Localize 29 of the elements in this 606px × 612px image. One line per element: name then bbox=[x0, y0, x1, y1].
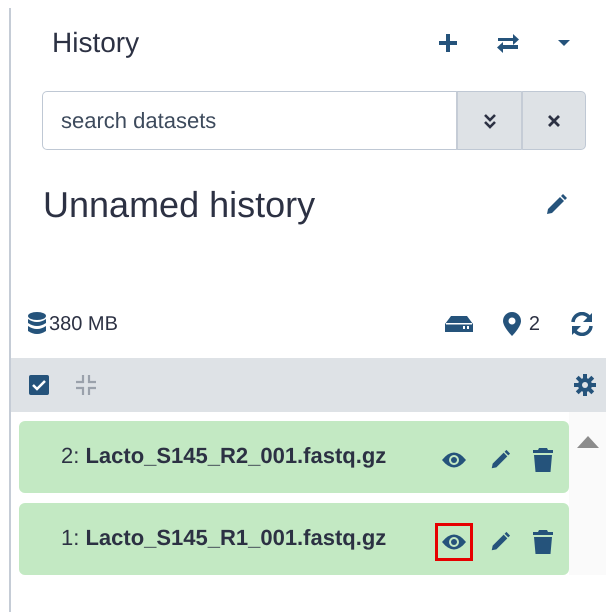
settings-icon[interactable] bbox=[574, 374, 596, 396]
map-pin-icon[interactable] bbox=[502, 312, 521, 336]
dataset-title[interactable]: 1: Lacto_S145_R1_001.fastq.gz bbox=[61, 517, 411, 559]
history-name: Unnamed history bbox=[43, 184, 316, 226]
panel-title: History bbox=[52, 27, 140, 59]
database-icon bbox=[28, 312, 46, 336]
dataset-item[interactable]: 1: Lacto_S145_R1_001.fastq.gz bbox=[19, 503, 569, 575]
dataset-item[interactable]: 2: Lacto_S145_R2_001.fastq.gz bbox=[19, 421, 569, 493]
close-icon bbox=[547, 114, 561, 128]
pencil-icon bbox=[489, 449, 511, 471]
dataset-title[interactable]: 2: Lacto_S145_R2_001.fastq.gz bbox=[61, 435, 411, 477]
caret-icon[interactable] bbox=[558, 39, 570, 47]
search-field[interactable]: search datasets bbox=[42, 91, 456, 150]
history-size[interactable]: 380 MB bbox=[49, 312, 118, 336]
hard-drive-icon[interactable] bbox=[444, 316, 473, 332]
pencil-icon bbox=[489, 531, 511, 553]
select-all-checkbox[interactable] bbox=[29, 375, 49, 395]
scroll-up-arrow-icon[interactable] bbox=[576, 436, 598, 448]
double-chevron-icon bbox=[482, 112, 496, 128]
swap-arrows-icon[interactable] bbox=[496, 33, 520, 53]
trash-icon bbox=[533, 448, 553, 472]
pencil-icon[interactable] bbox=[544, 193, 568, 217]
plus-icon[interactable] bbox=[438, 33, 458, 53]
trash-icon bbox=[533, 530, 553, 554]
pinned-count: 2 bbox=[528, 312, 540, 336]
refresh-icon[interactable] bbox=[570, 312, 594, 336]
view-button[interactable] bbox=[435, 523, 473, 561]
eye-icon bbox=[441, 451, 467, 469]
eye-icon bbox=[441, 533, 467, 551]
